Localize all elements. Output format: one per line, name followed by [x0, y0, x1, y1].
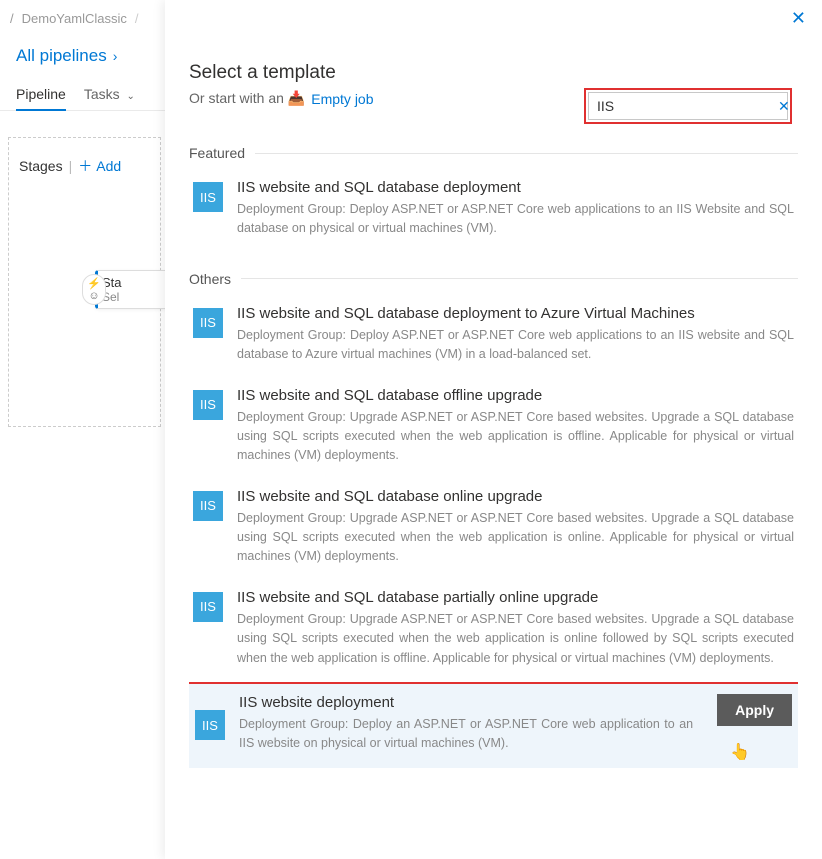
- chevron-down-icon: ⌄: [127, 91, 135, 102]
- template-desc: Deployment Group: Deploy ASP.NET or ASP.…: [237, 326, 794, 365]
- featured-list: IIS IIS website and SQL database deploym…: [189, 171, 798, 253]
- template-desc: Deployment Group: Deploy an ASP.NET or A…: [239, 715, 693, 754]
- iis-icon: IIS: [193, 491, 223, 521]
- template-desc: Deployment Group: Upgrade ASP.NET or ASP…: [237, 610, 794, 668]
- iis-icon: IIS: [193, 390, 223, 420]
- template-desc: Deployment Group: Deploy ASP.NET or ASP.…: [237, 200, 794, 239]
- breadcrumb-project[interactable]: DemoYamlClassic: [22, 11, 127, 26]
- panel-subtitle-prefix: Or start with an: [189, 90, 288, 106]
- divider: |: [69, 158, 73, 174]
- stages-label: Stages: [19, 158, 63, 174]
- empty-job-label: Empty job: [311, 91, 373, 107]
- iis-icon: IIS: [195, 710, 225, 740]
- iis-icon: IIS: [193, 592, 223, 622]
- cursor-icon: 👆: [730, 742, 750, 762]
- template-title: IIS website and SQL database deployment: [237, 179, 794, 196]
- iis-icon: IIS: [193, 182, 223, 212]
- iis-icon: IIS: [193, 308, 223, 338]
- tab-tasks[interactable]: Tasks ⌄: [84, 78, 135, 110]
- search-highlight: ✕: [584, 88, 792, 124]
- template-title: IIS website and SQL database online upgr…: [237, 488, 794, 505]
- breadcrumb-separator-2: /: [135, 11, 139, 26]
- all-pipelines-link[interactable]: All pipelines ›: [0, 36, 169, 78]
- empty-job-icon: 📥: [288, 90, 305, 107]
- divider: [241, 278, 798, 279]
- add-stage-button[interactable]: ＋ Add: [78, 156, 121, 176]
- add-stage-label: Add: [96, 158, 121, 174]
- template-item[interactable]: IIS IIS website and SQL database deploym…: [189, 171, 798, 253]
- stages-area: Stages | ＋ Add ⚡ ☺ Sta Sel: [8, 137, 161, 427]
- chevron-right-icon: ›: [113, 48, 118, 64]
- breadcrumb[interactable]: / DemoYamlClassic /: [0, 0, 169, 36]
- bolt-icon: ⚡: [87, 277, 101, 290]
- section-featured: Featured: [189, 145, 798, 161]
- template-desc: Deployment Group: Upgrade ASP.NET or ASP…: [237, 408, 794, 466]
- breadcrumb-separator: /: [10, 11, 14, 26]
- clear-search-icon[interactable]: ✕: [778, 98, 790, 115]
- plus-icon: ＋: [78, 156, 92, 176]
- apply-button[interactable]: Apply: [717, 694, 792, 726]
- section-others-label: Others: [189, 271, 231, 287]
- search-input[interactable]: [597, 98, 778, 114]
- template-title: IIS website and SQL database offline upg…: [237, 387, 794, 404]
- stage-card-badges: ⚡ ☺: [82, 274, 106, 305]
- stage-card[interactable]: ⚡ ☺ Sta Sel: [95, 270, 173, 309]
- stages-header: Stages | ＋ Add: [19, 156, 150, 176]
- tab-pipeline[interactable]: Pipeline: [16, 78, 66, 110]
- panel-title: Select a template: [189, 62, 798, 84]
- template-title: IIS website deployment: [239, 694, 693, 711]
- close-icon[interactable]: ✕: [791, 8, 806, 29]
- tabs: Pipeline Tasks ⌄: [0, 78, 169, 111]
- section-others: Others: [189, 271, 798, 287]
- template-title: IIS website and SQL database partially o…: [237, 589, 794, 606]
- template-panel: ✕ Select a template Or start with an 📥 E…: [165, 0, 822, 859]
- template-item[interactable]: IIS IIS website and SQL database offline…: [189, 379, 798, 480]
- others-list: IIS IIS website and SQL database deploym…: [189, 297, 798, 768]
- stage-card-subtitle: Sel: [102, 290, 168, 304]
- stage-card-title: Sta: [102, 275, 168, 290]
- all-pipelines-label: All pipelines: [16, 46, 107, 66]
- divider: [255, 153, 798, 154]
- template-item[interactable]: IIS IIS website and SQL database partial…: [189, 581, 798, 682]
- user-icon: ☺: [88, 290, 99, 302]
- template-title: IIS website and SQL database deployment …: [237, 305, 794, 322]
- template-item[interactable]: IIS IIS website and SQL database online …: [189, 480, 798, 581]
- template-desc: Deployment Group: Upgrade ASP.NET or ASP…: [237, 509, 794, 567]
- search-box[interactable]: ✕: [588, 92, 788, 120]
- template-item[interactable]: IIS IIS website and SQL database deploym…: [189, 297, 798, 379]
- empty-job-link[interactable]: 📥 Empty job: [288, 90, 374, 107]
- tab-tasks-label: Tasks: [84, 86, 120, 102]
- tab-pipeline-label: Pipeline: [16, 86, 66, 102]
- template-item-selected[interactable]: IIS IIS website deployment Deployment Gr…: [189, 682, 798, 768]
- section-featured-label: Featured: [189, 145, 245, 161]
